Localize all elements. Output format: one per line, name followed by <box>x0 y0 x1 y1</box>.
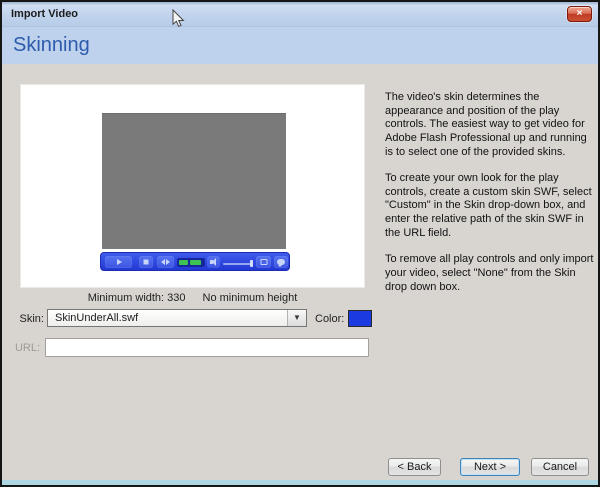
volume-slider-knob <box>250 260 253 267</box>
step-header: Skinning <box>2 27 598 64</box>
skin-label: Skin: <box>2 313 44 325</box>
skin-select-value: SkinUnderAll.swf <box>55 310 138 326</box>
progress-played-segment <box>190 260 201 265</box>
page-title: Skinning <box>13 27 90 63</box>
skin-select[interactable]: SkinUnderAll.swf ▼ <box>47 309 307 327</box>
mouse-cursor <box>172 9 186 29</box>
content-area: Minimum width: 330 No minimum height Skin… <box>2 64 598 485</box>
window-title: Import Video <box>11 2 78 27</box>
play-icon <box>117 259 122 265</box>
color-label: Color: <box>315 313 344 325</box>
seek-back-icon <box>161 259 165 265</box>
captions-icon <box>277 259 285 265</box>
seek-buttons <box>157 256 174 268</box>
captions-button <box>274 256 288 268</box>
stop-icon <box>144 260 149 265</box>
volume-button <box>207 256 220 268</box>
min-width-label: Minimum width: 330 <box>88 292 186 304</box>
chevron-down-icon[interactable]: ▼ <box>287 310 306 326</box>
help-paragraph: The video's skin determines the appearan… <box>385 91 597 159</box>
dimension-caption: Minimum width: 330 No minimum height <box>20 292 365 304</box>
stop-button <box>139 256 153 268</box>
bottom-edge-highlight <box>2 480 598 485</box>
min-height-label: No minimum height <box>203 292 298 304</box>
speaker-icon-cone <box>212 258 216 266</box>
fullscreen-button <box>256 256 271 268</box>
close-button[interactable]: × <box>567 6 592 22</box>
progress-bar <box>177 258 205 267</box>
cancel-button[interactable]: Cancel <box>531 458 589 476</box>
fullscreen-icon <box>260 259 267 265</box>
import-video-dialog: Import Video × Skinning <box>0 0 600 487</box>
progress-loaded-segment <box>179 260 188 265</box>
url-label: URL: <box>2 342 40 354</box>
help-paragraph: To remove all play controls and only imp… <box>385 253 597 294</box>
close-icon: × <box>577 8 583 19</box>
next-button[interactable]: Next > <box>460 458 520 476</box>
titlebar[interactable]: Import Video × <box>2 2 598 27</box>
color-swatch[interactable] <box>348 310 372 327</box>
volume-slider <box>223 263 253 265</box>
back-button[interactable]: < Back <box>388 458 441 476</box>
player-skin-bar <box>100 252 290 271</box>
play-button <box>105 256 132 268</box>
help-paragraph: To create your own look for the play con… <box>385 172 597 240</box>
skin-preview-panel <box>20 84 365 288</box>
help-text: The video's skin determines the appearan… <box>385 91 597 307</box>
url-input[interactable] <box>45 338 369 357</box>
video-placeholder <box>102 113 286 249</box>
seek-forward-icon <box>166 259 170 265</box>
